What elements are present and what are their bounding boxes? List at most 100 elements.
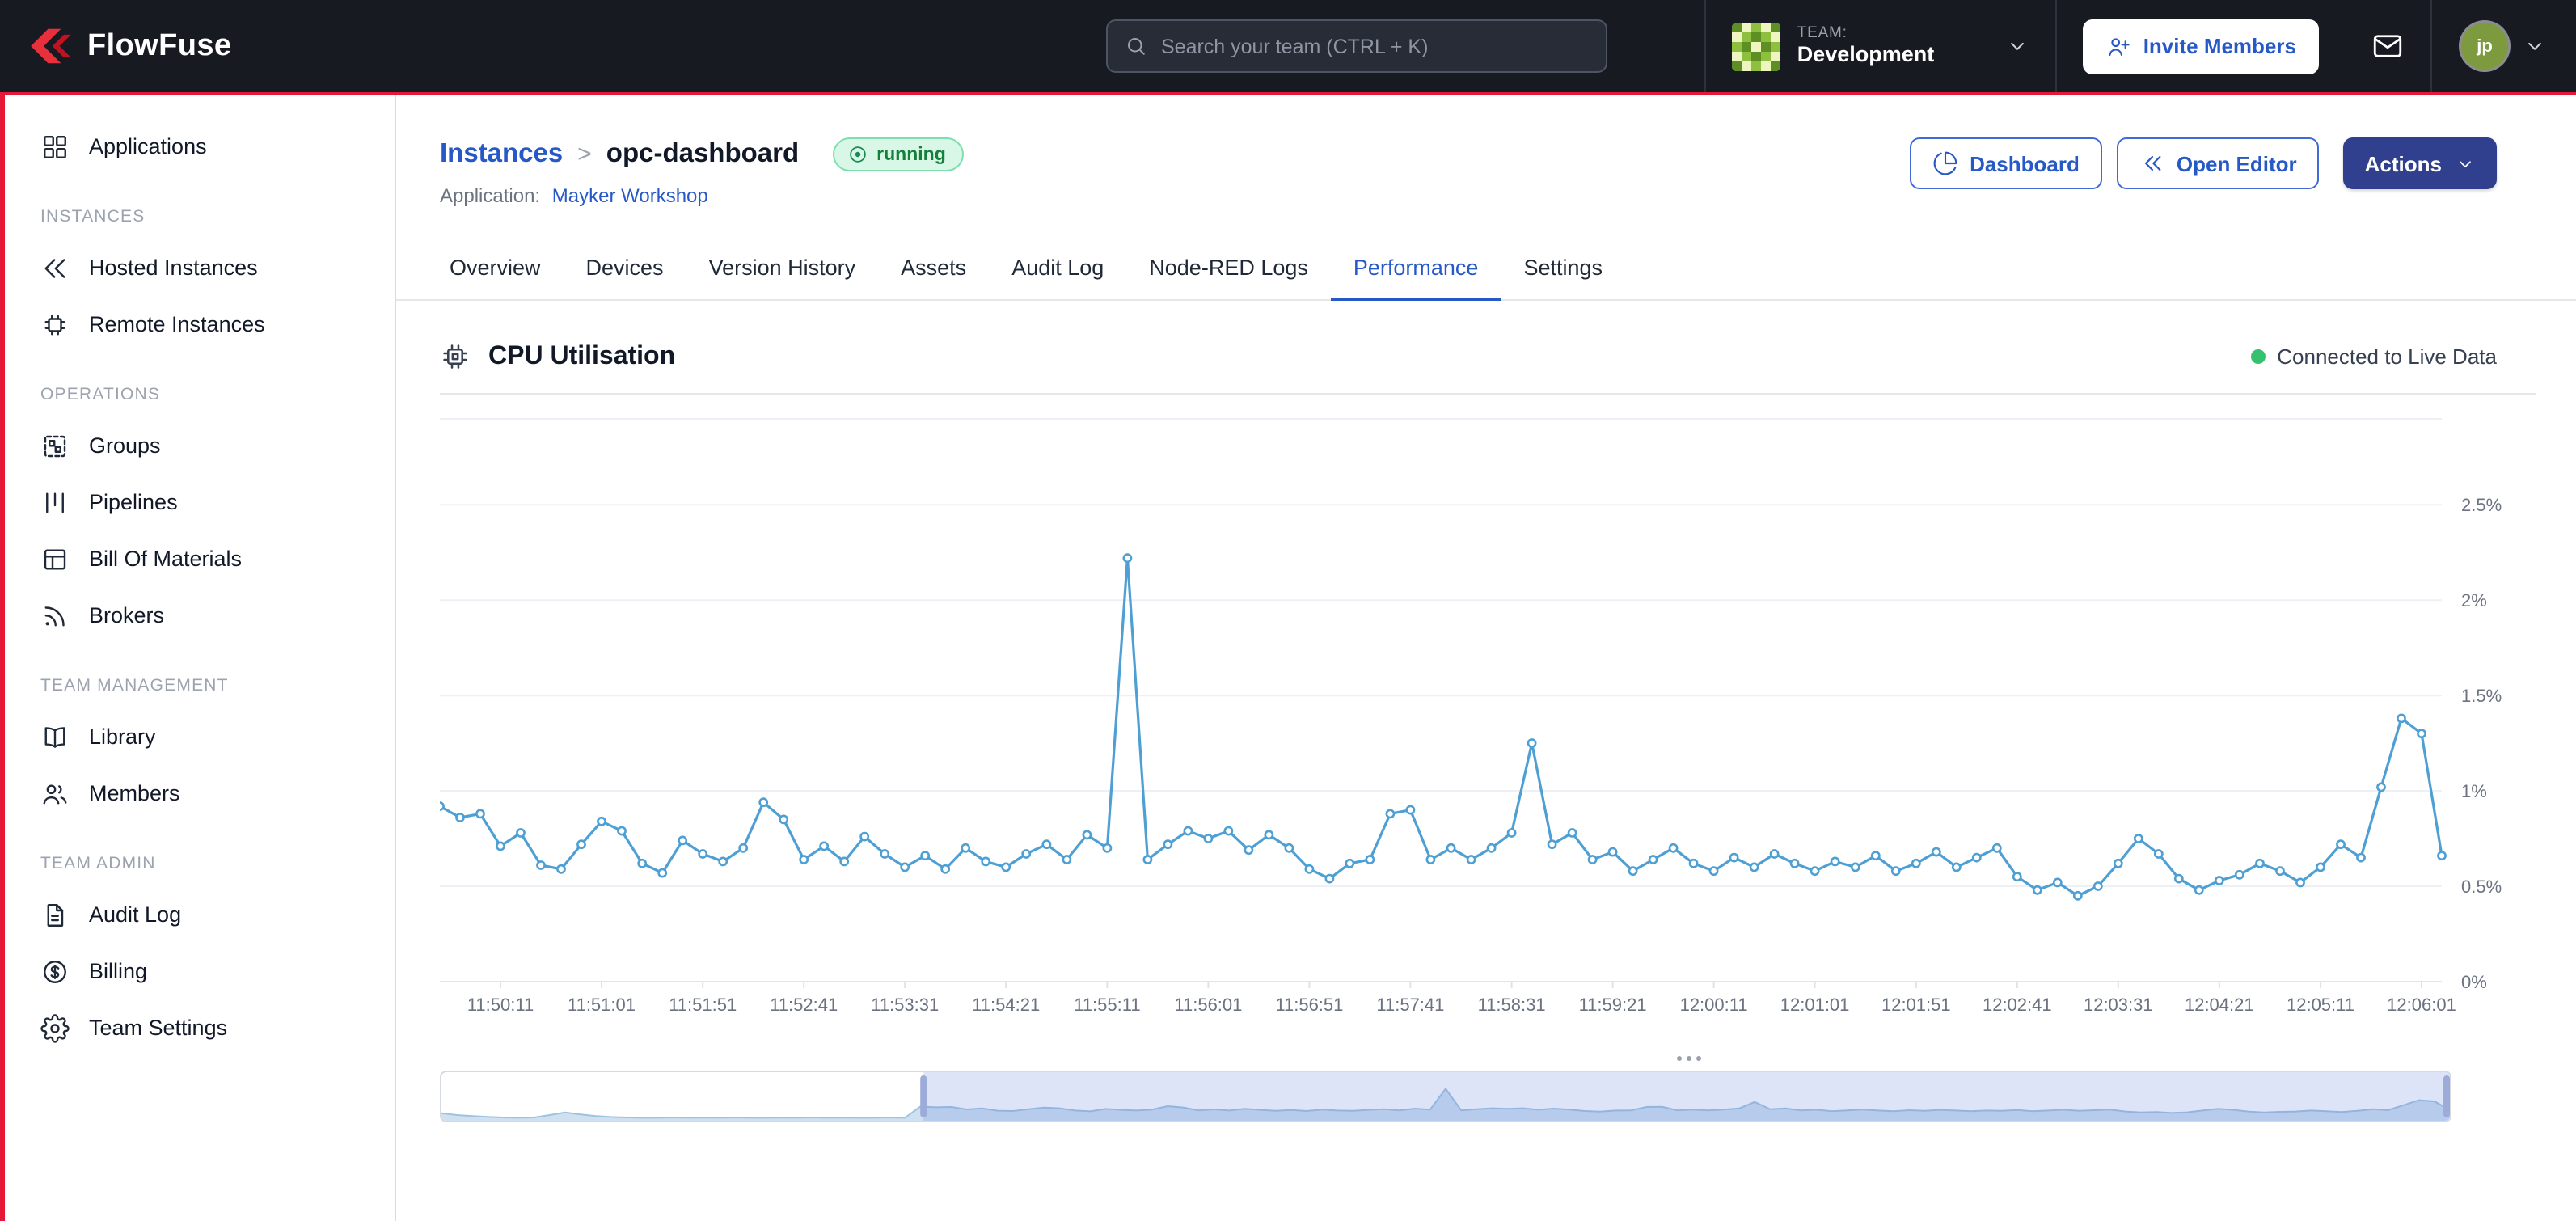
live-status: Connected to Live Data [2251, 344, 2497, 369]
pie-chart-icon [1932, 150, 1958, 176]
application-row: Application: Mayker Workshop [440, 184, 964, 207]
tab-version-history[interactable]: Version History [686, 239, 879, 301]
logo-text: FlowFuse [87, 28, 231, 64]
actions-button[interactable]: Actions [2344, 137, 2497, 189]
running-status-icon [847, 144, 868, 165]
svg-text:1%: 1% [2461, 781, 2487, 801]
svg-text:11:56:51: 11:56:51 [1275, 995, 1343, 1015]
tabs: OverviewDevicesVersion HistoryAssetsAudi… [396, 239, 2576, 301]
svg-text:11:56:01: 11:56:01 [1174, 995, 1242, 1015]
billing-icon [40, 957, 70, 986]
sidebar-item-audit-log[interactable]: Audit Log [5, 886, 395, 943]
sidebar-item-applications[interactable]: Applications [5, 118, 395, 175]
open-editor-button-label: Open Editor [2177, 151, 2297, 175]
svg-text:11:54:21: 11:54:21 [972, 995, 1040, 1015]
breadcrumb-instances-link[interactable]: Instances [440, 139, 563, 170]
instance-name: opc-dashboard [606, 139, 799, 170]
section-title: CPU Utilisation [440, 341, 675, 372]
notifications-button[interactable] [2345, 0, 2430, 92]
groups-icon [40, 431, 70, 460]
svg-text:12:01:51: 12:01:51 [1881, 995, 1951, 1015]
applications-icon [40, 132, 70, 161]
sidebar-item-hosted-instances[interactable]: Hosted Instances [5, 239, 395, 296]
members-icon [40, 779, 70, 808]
tab-audit-log[interactable]: Audit Log [989, 239, 1126, 301]
tab-settings[interactable]: Settings [1501, 239, 1625, 301]
svg-text:0%: 0% [2461, 972, 2487, 992]
top-navbar: FlowFuse TEAM: [0, 0, 2576, 95]
svg-text:11:58:31: 11:58:31 [1478, 995, 1546, 1015]
navigator-right-handle[interactable] [2443, 1075, 2450, 1117]
library-icon [40, 722, 70, 751]
cpu-section: CPU Utilisation Connected to Live Data 0… [440, 341, 2536, 1122]
navigator-box[interactable] [440, 1071, 2451, 1122]
svg-text:11:59:21: 11:59:21 [1579, 995, 1647, 1015]
flowfuse-logo-icon [29, 27, 73, 65]
remote-instances-icon [40, 310, 70, 339]
svg-text:11:50:11: 11:50:11 [467, 995, 534, 1015]
sidebar-item-groups[interactable]: Groups [5, 417, 395, 474]
search-icon [1124, 34, 1148, 58]
sidebar-section-team-management: TEAM MANAGEMENT [5, 644, 395, 708]
status-badge: running [833, 137, 964, 171]
navigator-grip[interactable] [1677, 1056, 1701, 1061]
sidebar-section-team-admin: TEAM ADMIN [5, 822, 395, 886]
tab-node-red-logs[interactable]: Node-RED Logs [1126, 239, 1331, 301]
bill-of-materials-icon [40, 544, 70, 573]
sidebar-item-bill-of-materials[interactable]: Bill Of Materials [5, 530, 395, 587]
sidebar-item-pipelines[interactable]: Pipelines [5, 474, 395, 530]
svg-text:11:51:51: 11:51:51 [669, 995, 737, 1015]
open-editor-button[interactable]: Open Editor [2117, 137, 2320, 189]
team-search[interactable] [1106, 19, 1607, 73]
svg-text:11:57:41: 11:57:41 [1376, 995, 1444, 1015]
svg-text:2.5%: 2.5% [2461, 495, 2502, 515]
svg-text:12:01:01: 12:01:01 [1780, 995, 1850, 1015]
cpu-chip-icon [440, 341, 471, 372]
dashboard-button[interactable]: Dashboard [1910, 137, 2102, 189]
application-label: Application: [440, 184, 540, 207]
svg-text:12:03:31: 12:03:31 [2084, 995, 2153, 1015]
application-link[interactable]: Mayker Workshop [552, 184, 708, 207]
sidebar-item-team-settings[interactable]: Team Settings [5, 999, 395, 1056]
svg-text:1.5%: 1.5% [2461, 686, 2502, 706]
dashboard-button-label: Dashboard [1970, 151, 2080, 175]
search-input[interactable] [1161, 35, 1590, 57]
team-chevron-down-icon [2006, 34, 2030, 58]
cpu-chart-svg[interactable]: 0%0.5%1%1.5%2%2.5%11:50:1111:51:0111:51:… [440, 416, 2536, 1024]
navigator-left-handle[interactable] [920, 1075, 927, 1117]
tab-assets[interactable]: Assets [878, 239, 989, 301]
sidebar-item-library[interactable]: Library [5, 708, 395, 765]
user-chevron-down-icon [2523, 34, 2547, 58]
navigator-selection[interactable] [923, 1072, 2450, 1121]
actions-chevron-down-icon [2455, 153, 2476, 174]
live-status-label: Connected to Live Data [2277, 344, 2497, 369]
user-menu[interactable]: jp [2430, 0, 2576, 92]
tab-devices[interactable]: Devices [564, 239, 686, 301]
user-avatar: jp [2461, 23, 2508, 70]
navigator-svg[interactable] [441, 1072, 2450, 1121]
flowfuse-logo[interactable]: FlowFuse [29, 27, 231, 65]
sidebar-item-billing[interactable]: Billing [5, 943, 395, 999]
cpu-chart[interactable]: 0%0.5%1%1.5%2%2.5%11:50:1111:51:0111:51:… [440, 416, 2536, 1032]
svg-text:12:04:21: 12:04:21 [2185, 995, 2254, 1015]
team-selector[interactable]: TEAM: Development [1705, 0, 2058, 92]
editor-double-chevron-icon [2139, 150, 2165, 176]
sidebar-item-brokers[interactable]: Brokers [5, 587, 395, 644]
team-settings-icon [40, 1013, 70, 1042]
team-label: TEAM: [1797, 23, 1935, 42]
tab-overview[interactable]: Overview [427, 239, 564, 301]
svg-text:11:51:01: 11:51:01 [568, 995, 636, 1015]
invite-members-button[interactable]: Invite Members [2084, 19, 2319, 74]
main-content: Instances > opc-dashboard running Applic… [396, 95, 2576, 1221]
section-title-label: CPU Utilisation [488, 342, 675, 371]
svg-text:12:02:41: 12:02:41 [1983, 995, 2052, 1015]
chart-navigator[interactable] [440, 1071, 2451, 1122]
sidebar-item-remote-instances[interactable]: Remote Instances [5, 296, 395, 353]
tab-performance[interactable]: Performance [1331, 239, 1501, 301]
svg-text:12:06:01: 12:06:01 [2387, 995, 2456, 1015]
sidebar-item-members[interactable]: Members [5, 765, 395, 822]
svg-text:12:00:11: 12:00:11 [1680, 995, 1748, 1015]
brokers-icon [40, 601, 70, 630]
team-avatar-identicon [1733, 22, 1781, 70]
app-root: FlowFuse TEAM: [0, 0, 2576, 1221]
